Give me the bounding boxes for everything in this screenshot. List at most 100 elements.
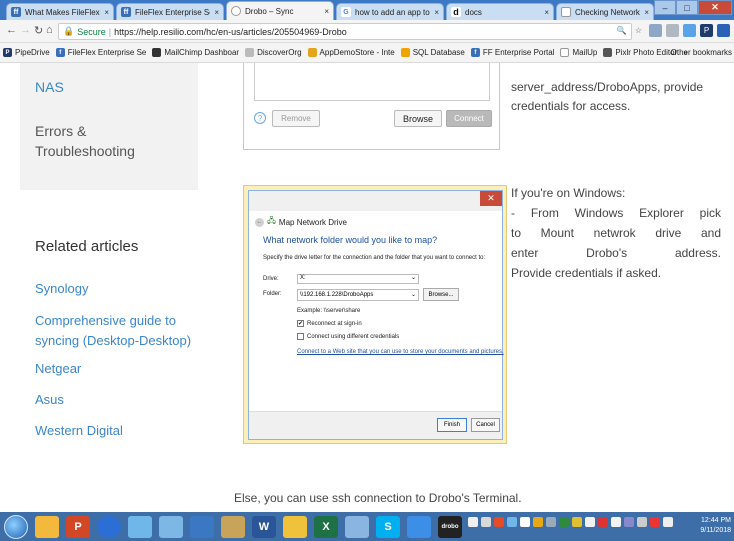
tray-icon[interactable]	[598, 517, 608, 527]
tray-icon[interactable]	[533, 517, 543, 527]
fileflex-icon: f	[55, 48, 65, 57]
tray-icon[interactable]	[611, 517, 621, 527]
bookmark-ff-enterprise-portal[interactable]: f FF Enterprise Portal	[470, 48, 554, 57]
extension-icon[interactable]	[666, 24, 679, 37]
tab-fileflex-enterprise[interactable]: ff FileFlex Enterprise Se ×	[116, 3, 224, 20]
dialog-web-site-link: Connect to a Web site that you can use t…	[297, 349, 504, 355]
taskbar-clock[interactable]: 12:44 PM 9/11/2018	[700, 516, 731, 536]
reload-icon[interactable]: ↻	[34, 24, 43, 37]
ssh-instruction-text: Else, you can use ssh connection to Drob…	[234, 491, 522, 505]
mailchimp-icon	[152, 48, 162, 57]
other-bookmarks[interactable]: Other bookmarks	[668, 48, 732, 57]
network-icon[interactable]	[637, 517, 647, 527]
extension-icon[interactable]	[717, 24, 730, 37]
sidebar-link-nas[interactable]: NAS	[35, 79, 64, 95]
lock-icon: 🔒	[63, 26, 75, 36]
minimize-button[interactable]: ‒	[654, 0, 676, 15]
taskbar-app-icon[interactable]	[407, 515, 431, 538]
back-arrow-icon: ←	[255, 217, 264, 227]
tray-icon[interactable]	[507, 517, 517, 527]
fileflex-icon: ff	[121, 7, 131, 17]
tab-what-makes-fileflex[interactable]: ff What Makes FileFlex D ×	[6, 3, 114, 20]
tray-icon[interactable]	[468, 517, 478, 527]
bookmark-pipedrive[interactable]: P PipeDrive	[3, 48, 50, 57]
tab-drobo-sync[interactable]: Drobo – Sync ×	[226, 1, 334, 20]
bookmark-star-icon[interactable]: ☆	[632, 24, 645, 37]
tray-icon[interactable]	[624, 517, 634, 527]
bookmark-sql-database[interactable]: SQL Database	[400, 48, 465, 57]
instruction-text-top: server_address/DroboApps, provide creden…	[511, 80, 704, 113]
pipedrive-icon: P	[3, 48, 12, 57]
chevron-down-icon: ⌄	[410, 275, 416, 281]
bookmark-mailup[interactable]: MailUp	[560, 48, 597, 57]
taskbar-app-icon[interactable]	[35, 515, 59, 538]
drive-select: X: ⌄	[297, 274, 419, 284]
close-tab-icon[interactable]: ×	[434, 8, 439, 17]
tab-docs[interactable]: d docs ×	[446, 3, 554, 20]
related-link-western-digital[interactable]: Western Digital	[35, 421, 123, 441]
pipedrive-extension-icon[interactable]: P	[700, 24, 713, 37]
credentials-checkbox-row: Connect using different credentials	[297, 333, 399, 340]
extension-icon[interactable]	[649, 24, 662, 37]
tray-icon[interactable]	[494, 517, 504, 527]
start-button[interactable]	[4, 514, 28, 539]
tray-icon[interactable]	[572, 517, 582, 527]
taskbar-app-icon[interactable]	[345, 515, 369, 538]
tray-icon[interactable]	[650, 517, 660, 527]
taskbar-app-icon[interactable]	[159, 515, 183, 538]
appdemostore-icon	[307, 48, 317, 57]
bookmark-fileflex[interactable]: f FileFlex Enterprise Se	[55, 48, 146, 57]
url-bar[interactable]: 🔒 Secure | https://help.resilio.com/hc/e…	[58, 23, 632, 40]
tab-google-search[interactable]: G how to add an app to ×	[336, 3, 444, 20]
tray-icon[interactable]	[559, 517, 569, 527]
skype-icon[interactable]: S	[376, 515, 400, 538]
bookmarks-bar: P PipeDrive f FileFlex Enterprise Se MailC…	[0, 43, 734, 63]
tray-icon[interactable]	[546, 517, 556, 527]
windows-taskbar: P W X S drobo 12:44 PM 9/11/2018	[0, 512, 734, 541]
word-icon[interactable]: W	[252, 515, 276, 538]
close-tab-icon[interactable]: ×	[214, 8, 219, 17]
bookmark-discoverorg[interactable]: DiscoverOrg	[245, 48, 302, 57]
document-icon	[560, 48, 570, 57]
volume-icon[interactable]	[663, 517, 673, 527]
excel-icon[interactable]: X	[314, 515, 338, 538]
file-explorer-icon[interactable]	[283, 515, 307, 538]
discoverorg-icon	[245, 48, 255, 57]
tray-icon[interactable]	[481, 517, 491, 527]
chrome-icon[interactable]	[97, 515, 121, 538]
taskbar-app-icon[interactable]	[221, 515, 245, 538]
zoom-icon[interactable]: 🔍	[615, 24, 628, 37]
bookmark-mailchimp[interactable]: MailChimp Dashboar	[152, 48, 239, 57]
bookmark-pixlr[interactable]: Pixlr Photo Editor	[603, 48, 677, 57]
related-link-asus[interactable]: Asus	[35, 390, 64, 410]
tab-checking-network[interactable]: Checking Network Inf ×	[556, 3, 654, 20]
home-icon[interactable]: ⌂	[46, 24, 53, 36]
forward-arrow-icon[interactable]: →	[20, 24, 31, 36]
tray-icon[interactable]	[585, 517, 595, 527]
bookmark-appdemostore[interactable]: AppDemoStore - Inte	[307, 48, 395, 57]
close-tab-icon[interactable]: ×	[324, 7, 329, 16]
dialog-titlebar: ✕	[249, 191, 502, 211]
windows-instructions: If you're on Windows: - From Windows Exp…	[511, 186, 721, 280]
close-tab-icon[interactable]: ×	[644, 8, 649, 17]
close-tab-icon[interactable]: ×	[104, 8, 109, 17]
close-window-button[interactable]: ✕	[698, 0, 732, 15]
back-arrow-icon[interactable]: ←	[6, 24, 17, 36]
article-screenshot-map-drive: ✕ ← 🖧 Map Network Drive What network fol…	[243, 185, 507, 444]
taskbar-app-icon[interactable]	[128, 515, 152, 538]
related-link-netgear[interactable]: Netgear	[35, 359, 81, 379]
docs-icon: d	[451, 7, 461, 17]
maximize-button[interactable]: □	[676, 0, 698, 15]
system-tray	[468, 517, 673, 527]
sidebar-link-errors[interactable]: Errors & Troubleshooting	[35, 121, 185, 161]
related-link-synology[interactable]: Synology	[35, 279, 88, 299]
article-screenshot-top: ? Remove Browse Connect	[243, 63, 500, 150]
powerpoint-icon[interactable]: P	[66, 515, 90, 538]
close-tab-icon[interactable]: ×	[544, 8, 549, 17]
screen: ff What Makes FileFlex D × ff FileFlex E…	[0, 0, 734, 541]
drobo-icon[interactable]: drobo	[438, 515, 462, 538]
related-link-comprehensive-guide[interactable]: Comprehensive guide to syncing (Desktop-…	[35, 311, 205, 351]
tray-icon[interactable]	[520, 517, 530, 527]
extension-icon[interactable]	[683, 24, 696, 37]
taskbar-app-icon[interactable]	[190, 515, 214, 538]
